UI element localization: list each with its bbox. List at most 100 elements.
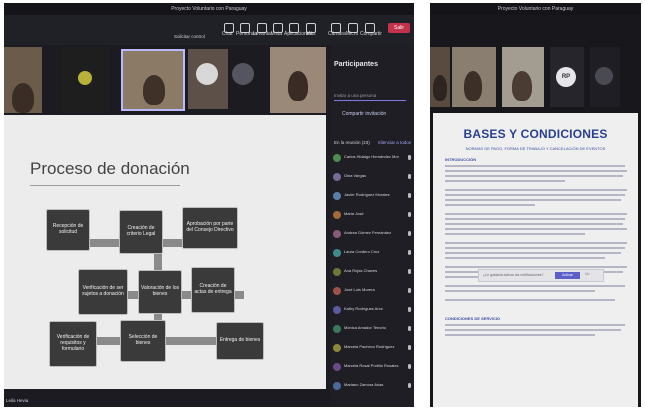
participant-row[interactable]: Mariano Zamora Arias: [333, 381, 411, 395]
text-line: [445, 204, 535, 206]
document-title: BASES Y CONDICIONES: [463, 127, 608, 141]
video-tile[interactable]: [590, 47, 620, 107]
text-line: [445, 170, 627, 172]
mic-icon[interactable]: [408, 174, 411, 179]
participant-name: Laura Cordero Cruz: [344, 249, 380, 254]
participant-row[interactable]: Carlos Hidalgo Hernández Morales: [333, 153, 411, 167]
participant-avatar: [333, 382, 341, 390]
participant-avatar: [333, 211, 341, 219]
invite-input[interactable]: Invitar a una persona: [334, 91, 406, 101]
participants-title: Participantes: [334, 61, 378, 68]
toolbar-share[interactable]: Compartir: [360, 31, 382, 37]
mic-icon[interactable]: [408, 383, 411, 388]
participant-name: Marcela Rosal Portillo Rosales: [344, 363, 399, 368]
video-tile[interactable]: [452, 47, 496, 107]
participant-video: [288, 71, 308, 101]
participant-name: Marcela Pacheco Rodríguez: [344, 344, 395, 349]
meeting-toolbar: Solicitar control Chat Personas Levantar…: [4, 15, 414, 45]
shared-slide: Proceso de donación Recepción de solicit…: [4, 115, 326, 389]
text-line: [445, 180, 565, 182]
text-line: [445, 218, 625, 220]
participant-row[interactable]: Javier Rodríguez Morales: [333, 191, 411, 205]
banner-activate-button[interactable]: Activar: [555, 272, 580, 279]
toolbar-more[interactable]: Más: [306, 31, 315, 37]
process-step: Entrega de bienes: [216, 322, 264, 360]
process-step: Creación de criterio Legal: [119, 210, 163, 254]
text-line: [445, 334, 595, 336]
participant-video: [433, 75, 447, 101]
banner-dismiss-button[interactable]: No: [585, 272, 589, 276]
text-line: [445, 223, 623, 225]
process-step: Creación de actas de entrega: [191, 267, 235, 313]
request-control-label[interactable]: Solicitar control: [174, 34, 205, 39]
text-line: [445, 175, 623, 177]
video-tile[interactable]: [502, 47, 544, 107]
text-line: [445, 285, 625, 287]
participant-row[interactable]: Gina Vargas: [333, 172, 411, 186]
participant-name: Kathy Rodríguez Arce: [344, 306, 383, 311]
toolbar-raise[interactable]: Levantar: [253, 31, 272, 37]
leave-button[interactable]: Salir: [388, 23, 410, 33]
mic-icon[interactable]: [408, 269, 411, 274]
participant-avatar: [333, 363, 341, 371]
text-line: [445, 247, 625, 249]
toolbar-camera[interactable]: Cámara: [328, 31, 346, 37]
share-invite-link[interactable]: Compartir invitación: [342, 111, 386, 117]
mic-icon[interactable]: [408, 231, 411, 236]
mic-icon[interactable]: [408, 155, 411, 160]
teams-meeting-window: Proyecto Voluntario con Paraguay Solicit…: [4, 3, 414, 407]
participant-avatar: [196, 63, 218, 85]
participant-name: Mónica Amador Tenorio: [344, 325, 386, 330]
text-line: [445, 233, 585, 235]
video-tile[interactable]: [188, 49, 228, 109]
active-speaker-tile[interactable]: [121, 49, 185, 111]
participant-row[interactable]: Maria José: [333, 210, 411, 224]
mic-icon[interactable]: [408, 307, 411, 312]
participants-panel: Participantes Invitar a una persona Comp…: [330, 45, 414, 407]
text-line: [445, 299, 615, 301]
mic-icon[interactable]: [408, 193, 411, 198]
mic-icon[interactable]: [408, 250, 411, 255]
participant-name: Ana Rojas Chaves: [344, 268, 378, 273]
toolbar-mic[interactable]: Micro: [346, 31, 358, 37]
in-meeting-header[interactable]: En la reunión (23): [334, 140, 370, 145]
participant-name: Carlos Hidalgo Hernández Morales: [344, 154, 399, 159]
text-line: [445, 257, 605, 259]
toolbar-chat[interactable]: Chat: [222, 31, 233, 37]
participant-row[interactable]: Kathy Rodríguez Arce: [333, 305, 411, 319]
participant-row[interactable]: Marcela Rosal Portillo Rosales: [333, 362, 411, 376]
toolbar-view[interactable]: Vista: [271, 31, 282, 37]
participant-row[interactable]: Laura Cordero Cruz: [333, 248, 411, 262]
participant-video: [12, 83, 34, 113]
participant-avatar: [333, 268, 341, 276]
video-tile[interactable]: [430, 47, 450, 107]
mic-icon[interactable]: [408, 288, 411, 293]
participant-row[interactable]: José Luis Morera: [333, 286, 411, 300]
participant-video: [464, 71, 482, 101]
mic-icon[interactable]: [408, 364, 411, 369]
participant-name: Maria José: [344, 211, 364, 216]
video-tile[interactable]: [230, 49, 260, 109]
participant-row[interactable]: Mónica Amador Tenorio: [333, 324, 411, 338]
video-tile[interactable]: [270, 47, 326, 113]
text-line: [445, 213, 627, 215]
video-tile[interactable]: [61, 47, 109, 113]
mute-all-button[interactable]: Silenciar a todos: [378, 140, 411, 145]
participant-avatar: [333, 230, 341, 238]
participant-video: [78, 71, 92, 85]
participant-row[interactable]: Andrea Gómez Fernández: [333, 229, 411, 243]
participant-name: Gina Vargas: [344, 173, 366, 178]
mic-icon[interactable]: [408, 212, 411, 217]
participant-name: José Luis Morera: [344, 287, 375, 292]
participant-avatar: [333, 173, 341, 181]
video-tile[interactable]: RP: [550, 47, 584, 107]
text-line: [445, 324, 625, 326]
participant-avatar: [333, 249, 341, 257]
mic-icon[interactable]: [408, 345, 411, 350]
mic-icon[interactable]: [408, 326, 411, 331]
participant-name: Javier Rodríguez Morales: [344, 192, 390, 197]
participant-row[interactable]: Marcela Pacheco Rodríguez: [333, 343, 411, 357]
participant-row[interactable]: Ana Rojas Chaves: [333, 267, 411, 281]
video-tile[interactable]: [4, 47, 42, 113]
text-line: [445, 329, 621, 331]
